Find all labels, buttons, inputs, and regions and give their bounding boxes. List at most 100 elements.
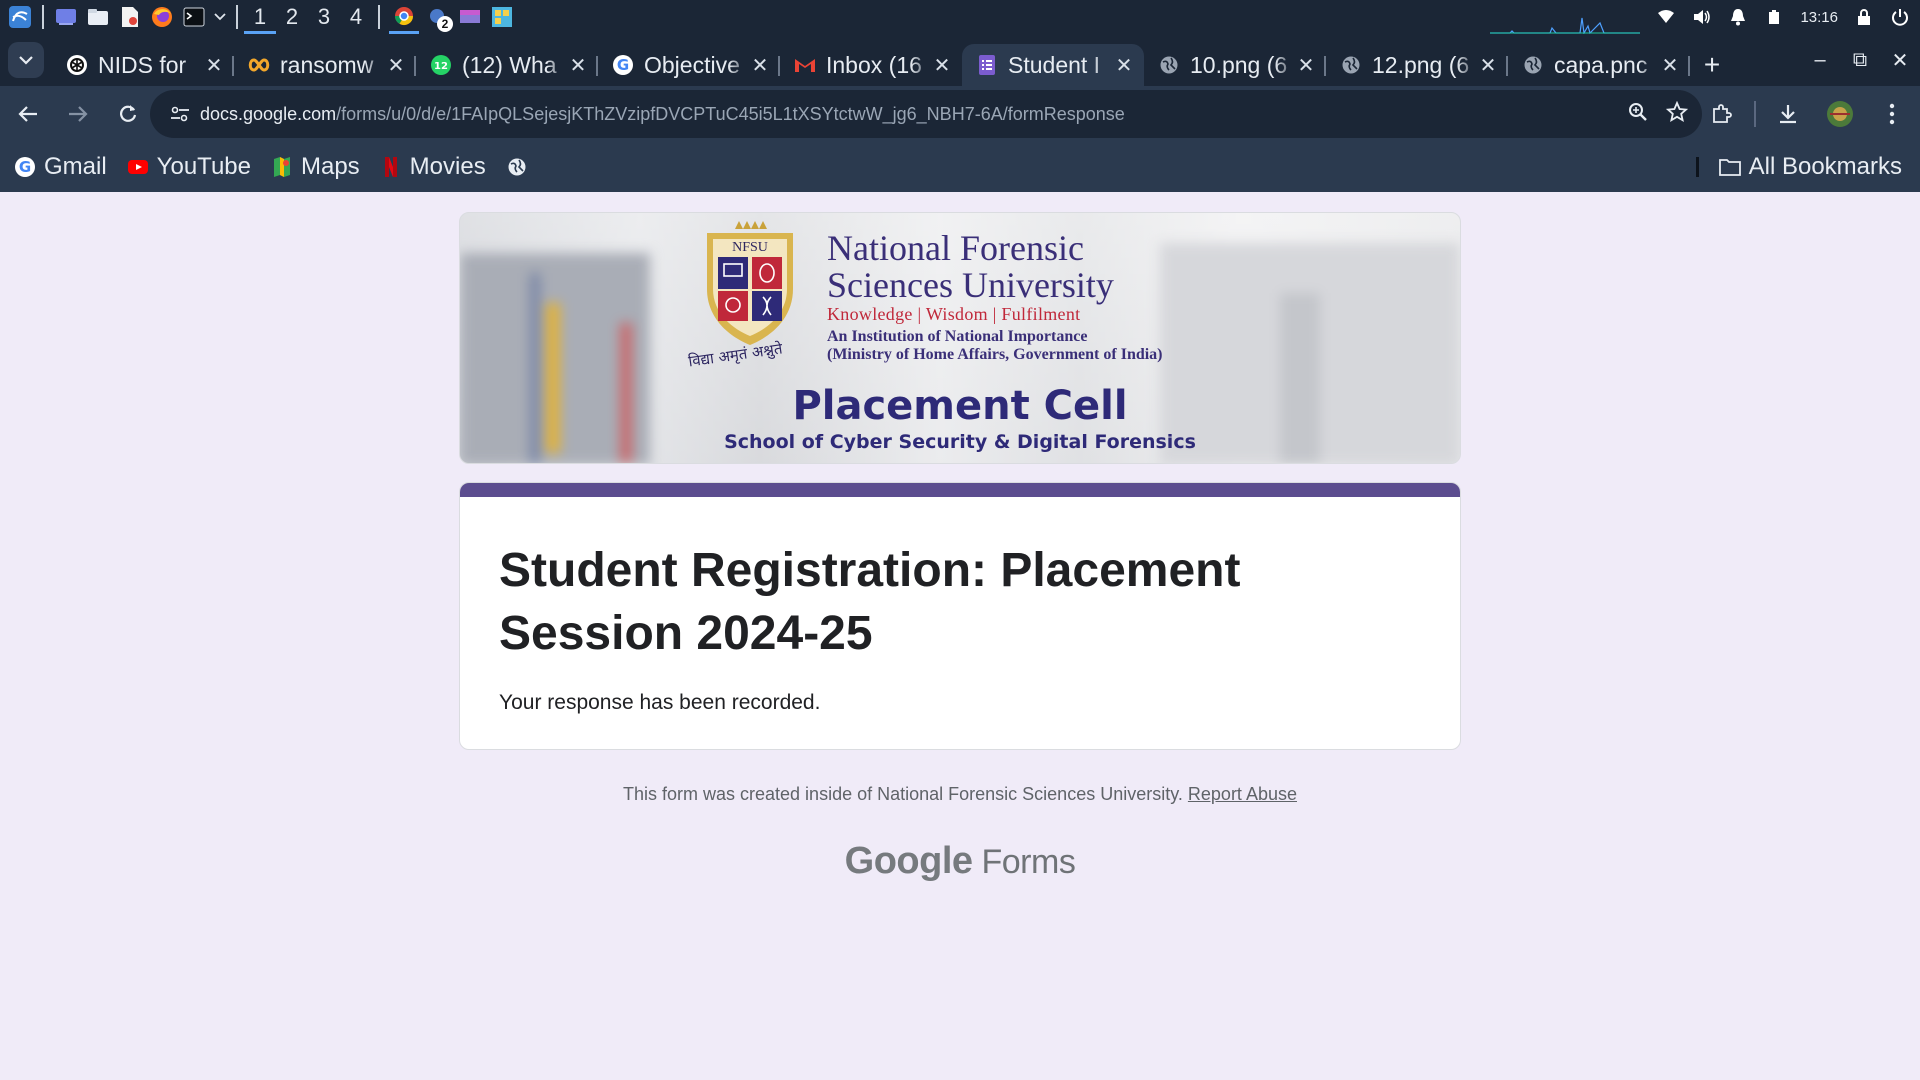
google-forms-logo[interactable]: Google Forms	[0, 840, 1920, 883]
address-bar[interactable]: docs.google.com/forms/u/0/d/e/1FAIpQLSej…	[150, 90, 1702, 138]
terminal-icon[interactable]	[181, 4, 207, 30]
globe-icon	[506, 156, 528, 178]
reload-button[interactable]	[106, 92, 150, 136]
minimize-icon[interactable]: –	[1800, 49, 1840, 72]
chrome-windows-icon[interactable]: 2	[425, 4, 453, 32]
lock-icon[interactable]	[1854, 7, 1874, 27]
taskbar-divider	[42, 5, 44, 29]
power-icon[interactable]	[1890, 7, 1910, 27]
close-icon[interactable]: ✕	[1660, 53, 1680, 78]
screen-icon[interactable]	[457, 4, 483, 30]
app-launcher-icon[interactable]	[7, 4, 33, 30]
wifi-icon[interactable]	[1656, 7, 1676, 27]
tab-title: capa.pnc	[1554, 51, 1648, 78]
form-title: Student Registration: Placement Session …	[499, 544, 1241, 660]
banner-title: Placement Cell	[792, 383, 1128, 429]
close-icon[interactable]: ✕	[386, 53, 406, 78]
globe-icon	[1340, 54, 1362, 76]
bookmark-maps[interactable]: Maps	[271, 153, 360, 181]
tune-icon	[171, 106, 189, 122]
volume-icon[interactable]	[1692, 7, 1712, 27]
tab-title: 10.png (6	[1190, 51, 1288, 78]
bookmark-star-icon[interactable]	[1665, 100, 1689, 128]
all-bookmarks-button[interactable]: All Bookmarks	[1718, 153, 1902, 181]
file-manager-icon[interactable]	[85, 4, 111, 30]
plus-icon: +	[1703, 49, 1721, 80]
pdf-reader-icon[interactable]	[117, 4, 143, 30]
tab-inbox[interactable]: Inbox (16 ✕	[780, 44, 962, 86]
chevron-down-icon[interactable]	[213, 4, 227, 30]
bookmark-movies[interactable]: Movies	[380, 153, 486, 181]
workspace-1[interactable]: 1	[244, 0, 276, 34]
whatsapp-icon: 12	[430, 54, 452, 76]
close-icon[interactable]: ✕	[932, 53, 952, 78]
tab-nids[interactable]: NIDS for ✕	[52, 44, 234, 86]
svg-text:12: 12	[434, 61, 448, 72]
firefox-icon[interactable]	[149, 4, 175, 30]
arrow-right-icon	[69, 106, 88, 122]
svg-text:NFSU: NFSU	[732, 240, 768, 255]
infinity-icon	[248, 54, 270, 76]
close-window-icon[interactable]: ✕	[1880, 48, 1920, 73]
report-abuse-link[interactable]: Report Abuse	[1188, 784, 1297, 804]
bookmark-label: Gmail	[44, 153, 107, 180]
back-button[interactable]	[6, 92, 50, 136]
close-icon[interactable]: ✕	[750, 53, 770, 78]
close-icon[interactable]: ✕	[568, 53, 588, 78]
forms-wordmark: Forms	[981, 843, 1076, 881]
page-content: NFSU विद्या अमृतं अश्नुते National Foren…	[0, 192, 1920, 1080]
tab-title: ransomw	[280, 51, 374, 78]
bookmark-youtube[interactable]: YouTube	[127, 153, 251, 181]
toolbar-divider	[1754, 101, 1756, 127]
bookmark-gmail[interactable]: G Gmail	[14, 153, 107, 181]
tab-capa-png[interactable]: capa.pnc ✕	[1508, 44, 1690, 86]
workspace-3[interactable]: 3	[308, 0, 340, 34]
openai-icon	[66, 54, 88, 76]
window-controls: – ⧉ ✕	[1800, 34, 1920, 86]
close-icon[interactable]: ✕	[1114, 53, 1134, 78]
tab-student-registration[interactable]: Student I ✕	[962, 44, 1144, 86]
extensions-icon[interactable]	[1702, 94, 1742, 134]
new-tab-button[interactable]: +	[1690, 44, 1734, 86]
desktop-icon[interactable]	[53, 4, 79, 30]
zoom-icon[interactable]	[1628, 102, 1648, 127]
bookmarks-divider	[1695, 157, 1699, 177]
chevron-down-icon	[19, 55, 33, 65]
more-menu-icon[interactable]	[1872, 94, 1912, 134]
clock[interactable]: 13:16	[1800, 9, 1838, 26]
tab-objective[interactable]: G Objective ✕	[598, 44, 780, 86]
restore-icon[interactable]: ⧉	[1840, 49, 1880, 72]
workspace-2[interactable]: 2	[276, 0, 308, 34]
tab-10-png[interactable]: 10.png (6 ✕	[1144, 44, 1326, 86]
forward-button[interactable]	[56, 92, 100, 136]
bookmark-globe[interactable]	[506, 156, 536, 178]
bookmark-label: Movies	[409, 153, 486, 180]
url-text[interactable]: docs.google.com/forms/u/0/d/e/1FAIpQLSej…	[200, 104, 1125, 125]
tab-whatsapp[interactable]: 12 (12) Wha ✕	[416, 44, 598, 86]
institution-note: An Institution of National Importance (M…	[827, 328, 1163, 364]
close-icon[interactable]: ✕	[204, 53, 224, 78]
close-icon[interactable]: ✕	[1296, 53, 1316, 78]
gmail-icon	[794, 54, 816, 76]
profile-avatar[interactable]	[1820, 94, 1860, 134]
chrome-task-icon[interactable]	[389, 0, 419, 34]
tab-ransomware[interactable]: ransomw ✕	[234, 44, 416, 86]
window-count-badge: 2	[437, 16, 453, 32]
site-info-button[interactable]	[160, 106, 200, 122]
workspace-4[interactable]: 4	[340, 0, 372, 34]
svg-text:G: G	[617, 56, 629, 74]
institution-line2: (Ministry of Home Affairs, Government of…	[827, 346, 1163, 363]
battery-icon[interactable]	[1764, 7, 1784, 27]
tab-search-button[interactable]	[8, 42, 44, 78]
svg-text:G: G	[19, 158, 31, 176]
close-icon[interactable]: ✕	[1478, 53, 1498, 78]
institution-line1: An Institution of National Importance	[827, 328, 1088, 345]
banner-subtitle: School of Cyber Security & Digital Foren…	[724, 431, 1196, 453]
bookmark-label: Maps	[300, 153, 360, 180]
bell-icon[interactable]	[1728, 7, 1748, 27]
app-grid-icon[interactable]	[489, 4, 515, 30]
download-icon[interactable]	[1768, 94, 1808, 134]
tab-12-png[interactable]: 12.png (6 ✕	[1326, 44, 1508, 86]
header-banner: NFSU विद्या अमृतं अश्नुते National Foren…	[459, 212, 1461, 464]
confirmation-message: Your response has been recorded.	[499, 691, 821, 714]
